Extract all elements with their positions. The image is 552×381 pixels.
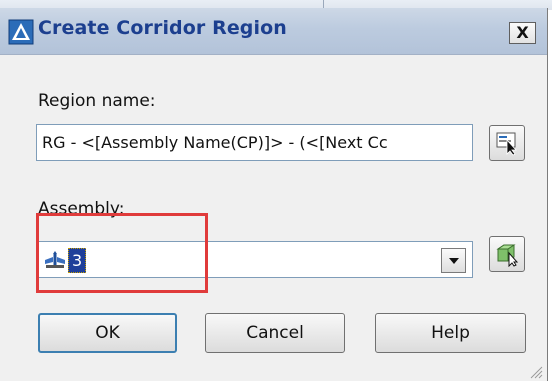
chevron-down-icon[interactable] [441, 248, 466, 273]
region-name-label: Region name: [38, 91, 156, 111]
cancel-button[interactable]: Cancel [205, 313, 345, 353]
assembly-selected-value: 3 [68, 248, 87, 273]
resize-grip-icon[interactable] [527, 363, 543, 379]
dialog-title: Create Corridor Region [38, 17, 287, 39]
pick-assembly-icon [496, 244, 519, 267]
title-bar[interactable]: Create Corridor Region X [0, 8, 547, 55]
create-corridor-region-dialog: Create Corridor Region X Region name: RG… [0, 8, 548, 381]
assembly-icon [45, 251, 65, 268]
autocad-app-icon [8, 19, 34, 45]
region-name-field[interactable]: RG - <[Assembly Name(CP)]> - (<[Next Cc [36, 124, 473, 161]
close-button[interactable]: X [509, 22, 536, 44]
assembly-label: Assembly: [38, 199, 125, 219]
help-button[interactable]: Help [375, 313, 526, 353]
select-assembly-in-drawing-button[interactable] [489, 236, 525, 272]
region-name-value: RG - <[Assembly Name(CP)]> - (<[Next Cc [42, 133, 388, 152]
region-name-template-button[interactable] [489, 125, 525, 161]
name-template-icon [496, 132, 517, 156]
ok-button[interactable]: OK [38, 313, 177, 353]
assembly-dropdown[interactable]: 3 [36, 241, 473, 278]
